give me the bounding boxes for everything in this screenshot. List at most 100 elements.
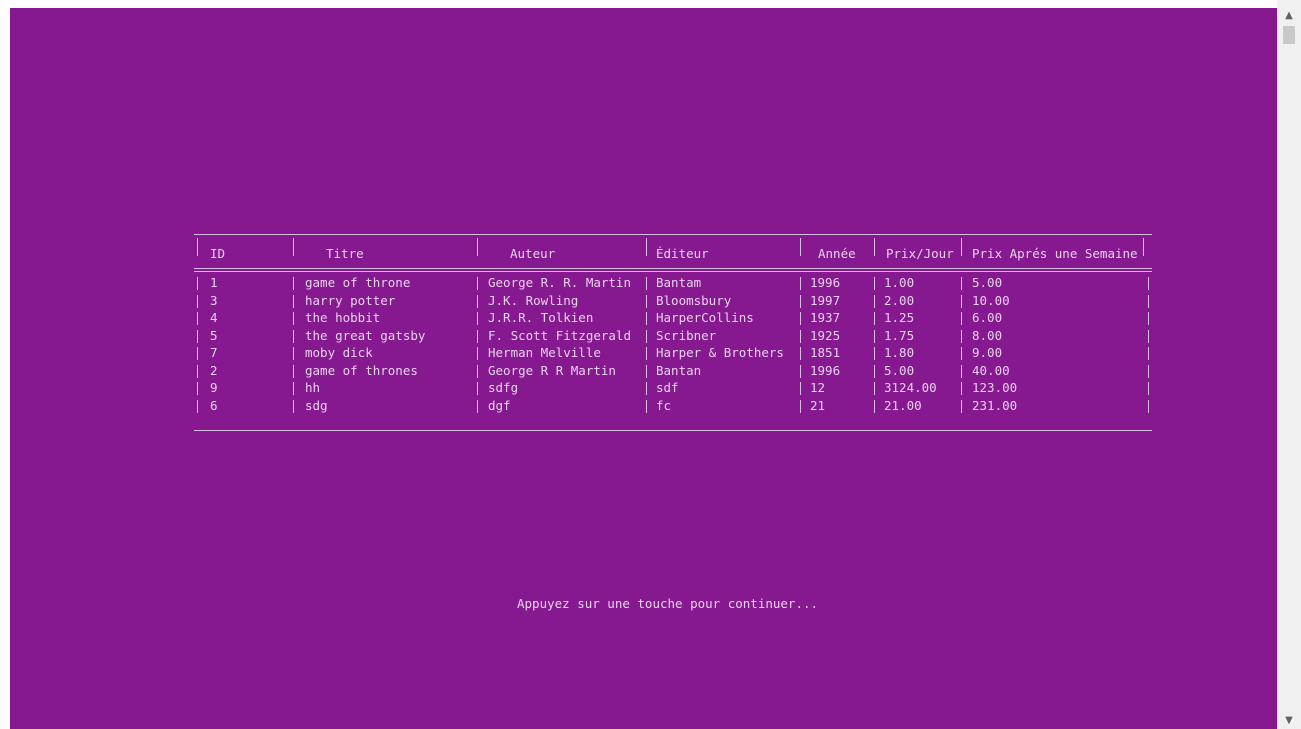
header-separator [293,238,294,256]
column-separator [874,277,875,290]
column-separator [961,364,962,378]
column-header: Prix Aprés une Semaine [972,246,1138,261]
table-cell: 5.00 [884,362,915,378]
header-separator [646,238,647,256]
table-cell: game of throne [305,275,411,290]
column-separator [293,329,294,343]
table-cell: 3124.00 [884,380,937,395]
column-separator [874,347,875,360]
column-separator [1148,347,1149,360]
column-separator [197,312,198,325]
table-cell: fc [656,397,672,413]
table-cell: 9.00 [972,345,1003,360]
column-separator [961,347,962,360]
table-cell: 7 [210,345,218,360]
column-separator [477,294,478,308]
column-separator [197,399,198,413]
column-separator [197,364,198,378]
column-separator [800,277,801,290]
table-cell: Herman Melville [488,345,601,360]
column-header: ID [210,246,226,261]
table-cell: HarperCollins [656,310,754,325]
column-separator [646,294,647,308]
column-separator [477,312,478,325]
table-cell: 21 [810,397,826,413]
column-separator [961,277,962,290]
table-cell: 1.80 [884,345,915,360]
column-header: Titre [326,246,364,261]
table-cell: J.R.R. Tolkien [488,310,594,325]
header-separator [1143,238,1144,256]
column-separator [1148,329,1149,343]
column-separator [961,399,962,413]
table-cell: 3 [210,292,218,308]
table-cell: 40.00 [972,362,1010,378]
column-separator [477,382,478,395]
table-cell: J.K. Rowling [488,292,579,308]
column-separator [293,277,294,290]
column-separator [874,294,875,308]
column-separator [800,399,801,413]
table-top-border [194,234,1152,235]
column-separator [800,312,801,325]
column-separator [293,382,294,395]
table-cell: the hobbit [305,310,381,325]
table-cell: 1851 [810,345,841,360]
column-separator [1148,277,1149,290]
console-window: ID Titre Auteur Éditeur Année Prix/Jour Prix A… [10,8,1277,729]
table-cell: 21.00 [884,397,922,413]
column-separator [874,329,875,343]
table-cell: 2 [210,362,218,378]
table-cell: Bantan [656,362,702,378]
header-separator [874,238,875,256]
table-cell: 8.00 [972,327,1003,343]
table-cell: 1.00 [884,275,915,290]
table-cell: George R. R. Martin [488,275,631,290]
table-cell: 1937 [810,310,841,325]
column-separator [477,329,478,343]
column-separator [874,399,875,413]
column-separator [646,277,647,290]
column-separator [477,347,478,360]
table-cell: harry potter [305,292,396,308]
column-separator [961,329,962,343]
column-separator [800,364,801,378]
column-separator [646,399,647,413]
header-separator [477,238,478,256]
column-separator [197,347,198,360]
scrollbar-thumb[interactable] [1283,26,1295,44]
table-cell: 231.00 [972,397,1018,413]
vertical-scrollbar[interactable]: ▲ ▼ [1277,0,1301,729]
scroll-down-icon[interactable]: ▼ [1277,711,1301,729]
column-separator [1148,364,1149,378]
column-separator [800,382,801,395]
column-separator [800,329,801,343]
column-separator [800,347,801,360]
column-separator [646,312,647,325]
table-cell: 2.00 [884,292,915,308]
column-separator [646,329,647,343]
column-separator [800,294,801,308]
table-cell: sdf [656,380,679,395]
table-cell: sdfg [488,380,519,395]
column-separator [961,382,962,395]
table-cell: 1 [210,275,218,290]
table-cell: 6.00 [972,310,1003,325]
header-separator [800,238,801,256]
column-separator [961,294,962,308]
table-cell: Harper & Brothers [656,345,784,360]
table-cell: moby dick [305,345,373,360]
table-cell: game of thrones [305,362,418,378]
column-separator [1148,382,1149,395]
table-cell: sdg [305,397,328,413]
column-separator [477,277,478,290]
column-header: Éditeur [656,246,709,261]
column-separator [197,277,198,290]
table-cell: F. Scott Fitzgerald [488,327,631,343]
column-header: Auteur [510,246,556,261]
column-separator [874,364,875,378]
table-cell: dgf [488,397,511,413]
scroll-up-icon[interactable]: ▲ [1277,6,1301,24]
table-cell: 10.00 [972,292,1010,308]
header-bottom-border-2 [194,271,1152,272]
